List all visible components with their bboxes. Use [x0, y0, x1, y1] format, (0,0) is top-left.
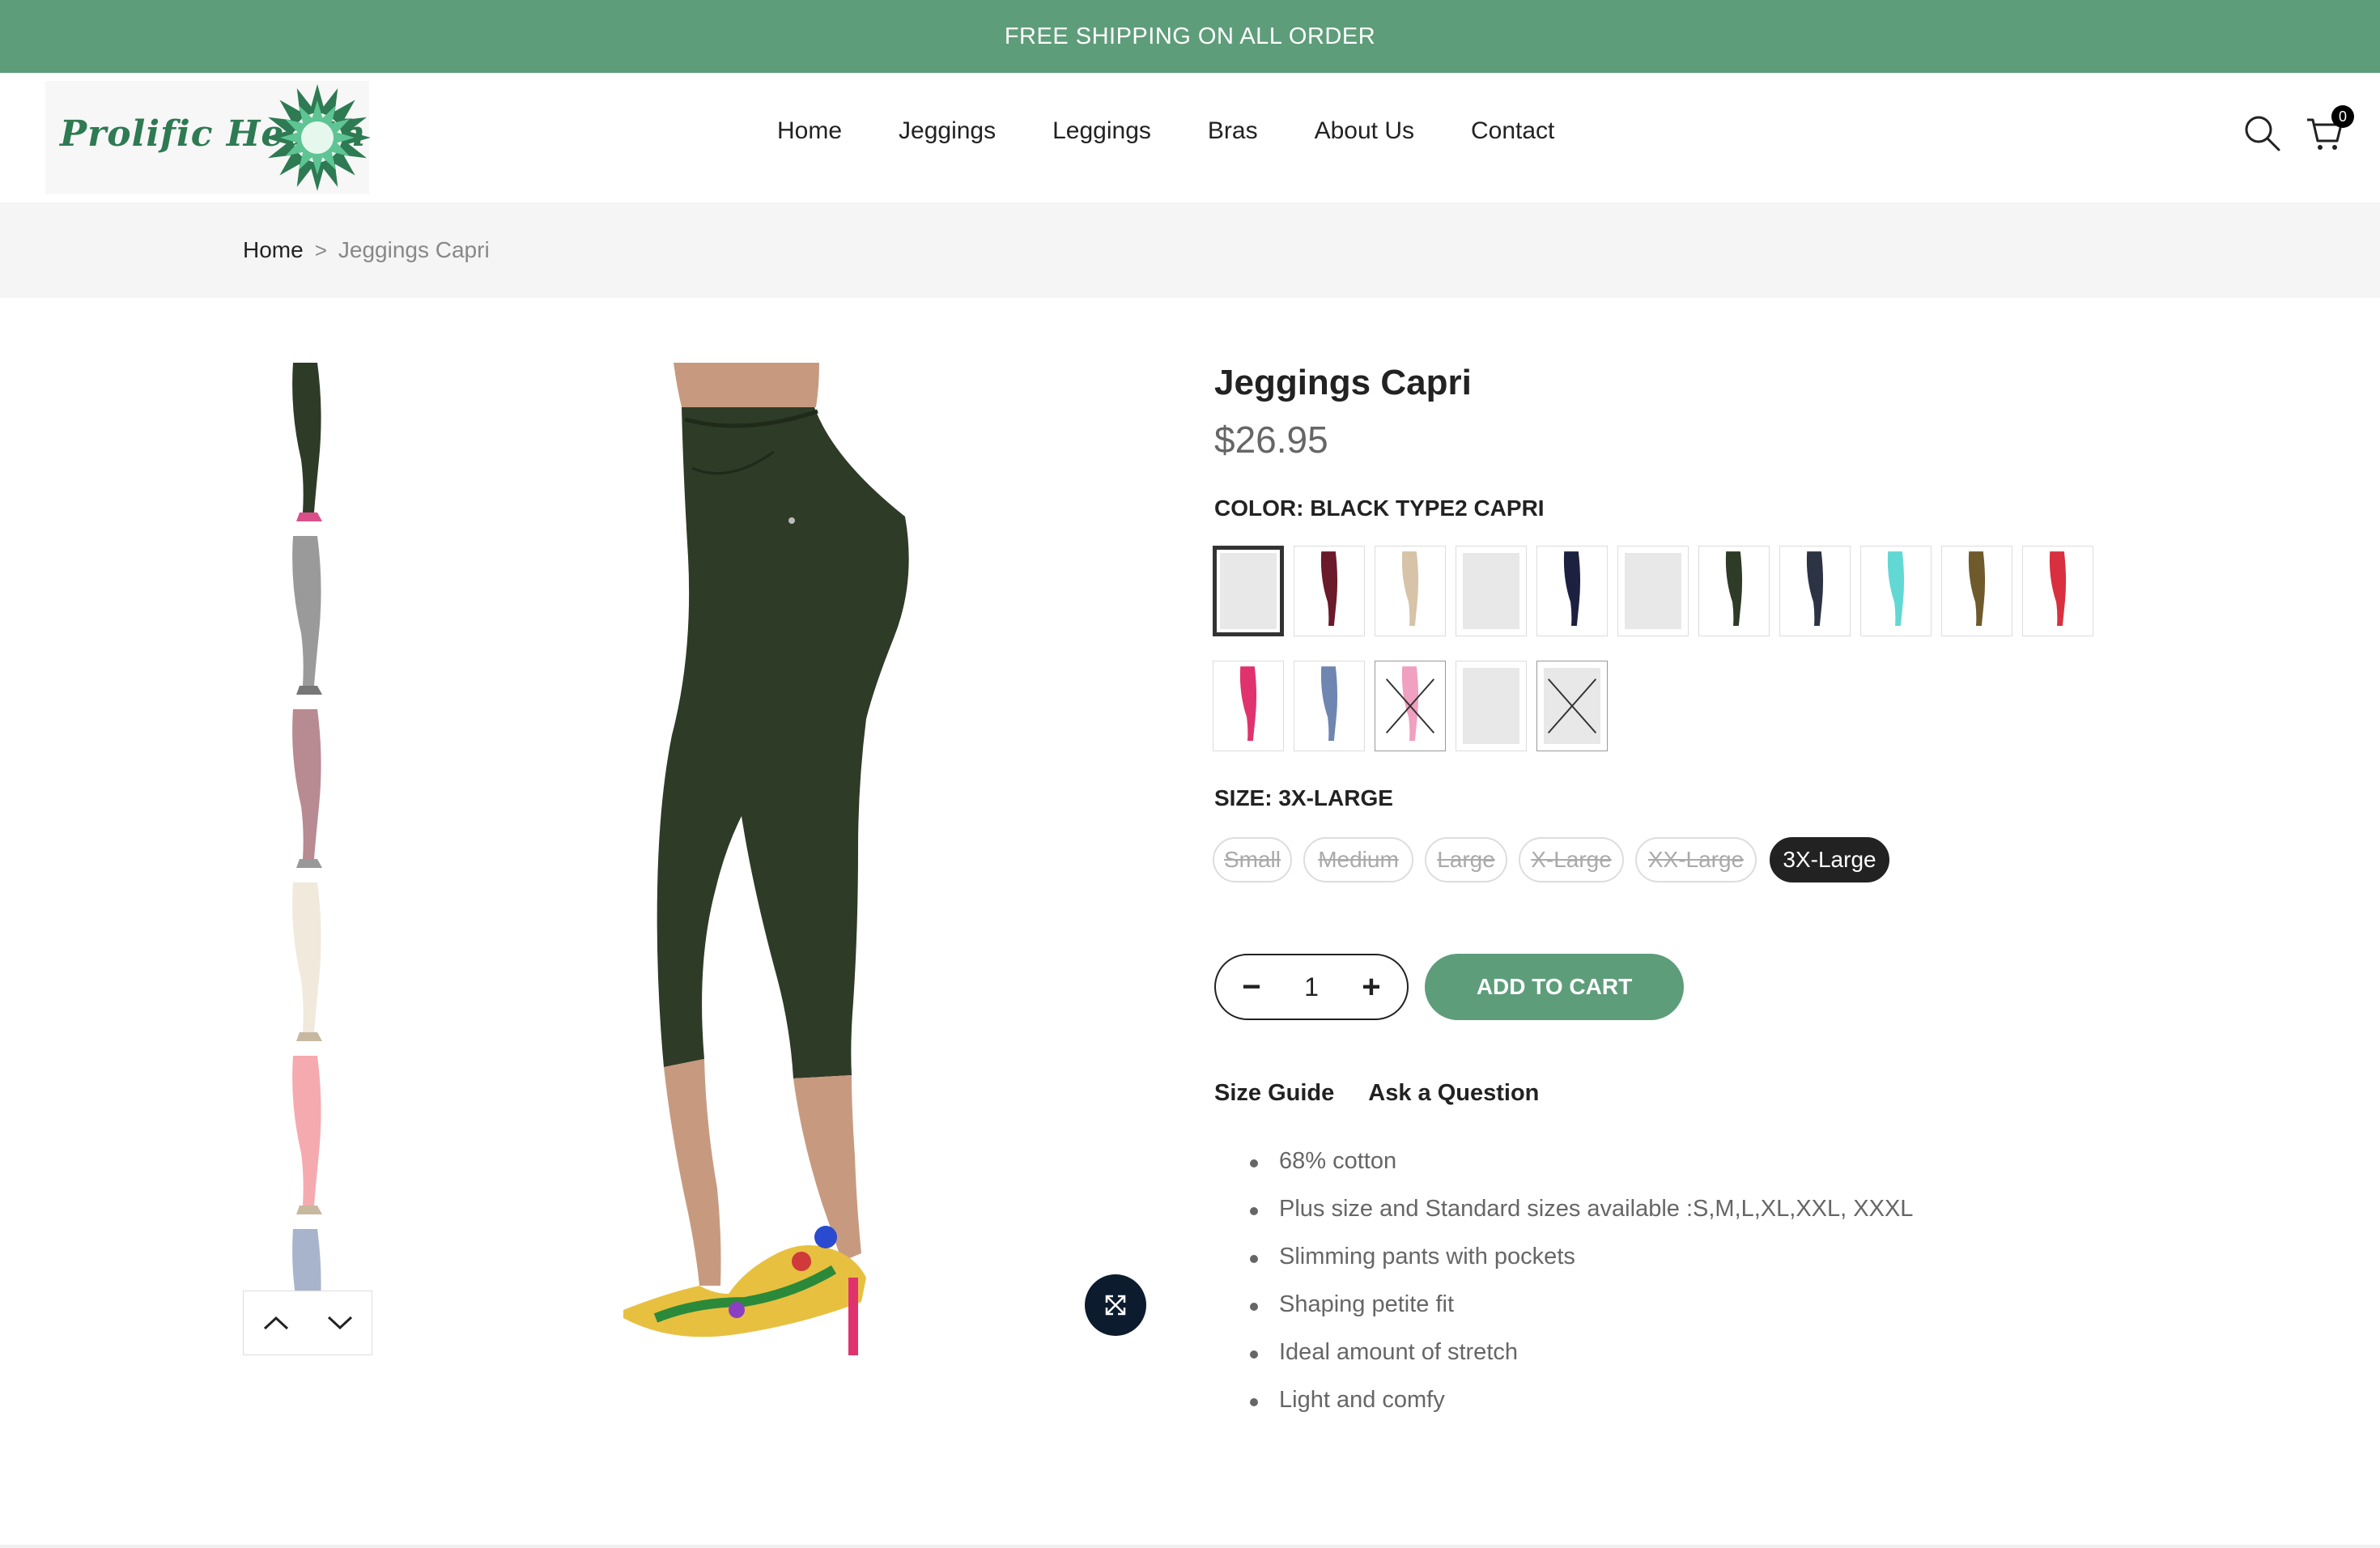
swatch-placeholder [1463, 668, 1519, 744]
color-swatch[interactable] [1294, 546, 1365, 636]
unavailable-cross-icon [1385, 678, 1435, 734]
thumbnail-strip [243, 363, 372, 1355]
announcement-text: FREE SHIPPING ON ALL ORDER [1004, 23, 1376, 49]
flower-logo-icon [264, 84, 371, 191]
color-swatch[interactable] [1213, 661, 1284, 751]
size-medium[interactable]: Medium [1303, 837, 1413, 882]
thumbnail-pink-capri[interactable] [243, 1056, 372, 1218]
size-x-large[interactable]: X-Large [1519, 837, 1624, 882]
cart-count-badge: 0 [2331, 105, 2354, 128]
nav-bras[interactable]: Bras [1208, 117, 1258, 145]
ask-question-link[interactable]: Ask a Question [1368, 1080, 1539, 1107]
swatch-placeholder [1625, 553, 1681, 629]
product-title: Jeggings Capri [1214, 363, 1472, 402]
qty-increase-button[interactable]: + [1355, 969, 1388, 1006]
swatch-legging-image [1320, 551, 1338, 626]
qty-value[interactable]: 1 [1304, 972, 1319, 1002]
color-swatch[interactable] [1860, 546, 1932, 636]
color-swatch[interactable] [1375, 546, 1446, 636]
size-guide-link[interactable]: Size Guide [1214, 1080, 1334, 1107]
thumbnail-nav [243, 1291, 372, 1355]
site-header: Prolific Health Home Jeggings Leggings B… [0, 73, 2380, 202]
thumbnail-next-button[interactable] [308, 1291, 372, 1354]
swatch-legging-image [1887, 551, 1905, 626]
unavailable-cross-icon [1547, 678, 1597, 734]
size-small[interactable]: Small [1213, 837, 1292, 882]
swatch-legging-image [1563, 551, 1581, 626]
color-swatch[interactable] [1941, 546, 2012, 636]
thumbnail-grey-capri[interactable] [243, 536, 372, 698]
thumbnail-prev-button[interactable] [244, 1291, 308, 1354]
breadcrumb: Home > Jeggings Capri [0, 202, 2380, 298]
announcement-bar: FREE SHIPPING ON ALL ORDER [0, 0, 2380, 73]
swatch-placeholder [1220, 553, 1277, 629]
chevron-up-icon [263, 1316, 288, 1330]
color-swatch[interactable] [1456, 661, 1527, 751]
color-swatch[interactable] [1536, 546, 1608, 636]
zoom-button[interactable] [1085, 1274, 1146, 1336]
color-swatch[interactable] [1536, 661, 1608, 751]
swatch-legging-image [1320, 666, 1338, 741]
quantity-stepper: − 1 + [1214, 954, 1409, 1020]
breadcrumb-home[interactable]: Home [243, 237, 304, 263]
swatch-legging-image [1725, 551, 1743, 626]
color-swatch[interactable] [1779, 546, 1851, 636]
feature-item: Ideal amount of stretch [1247, 1339, 1913, 1387]
feature-item: Slimming pants with pockets [1247, 1244, 1913, 1291]
swatch-legging-image [1239, 666, 1257, 741]
feature-item: Shaping petite fit [1247, 1291, 1913, 1339]
size-xx-large[interactable]: XX-Large [1635, 837, 1757, 882]
swatch-placeholder [1463, 553, 1519, 629]
color-label: COLOR: BLACK TYPE2 CAPRI [1214, 495, 1545, 521]
nav-about-us[interactable]: About Us [1315, 117, 1414, 145]
nav-contact[interactable]: Contact [1471, 117, 1554, 145]
swatch-legging-image [1806, 551, 1824, 626]
feature-item: Light and comfy [1247, 1387, 1913, 1435]
color-swatch[interactable] [1375, 661, 1446, 751]
feature-list: 68% cotton Plus size and Standard sizes … [1247, 1148, 1913, 1435]
size-label: SIZE: 3X-LARGE [1214, 785, 1393, 810]
product-price: $26.95 [1214, 419, 1328, 461]
nav-home[interactable]: Home [777, 117, 842, 145]
breadcrumb-separator: > [314, 237, 327, 262]
color-swatch[interactable] [1456, 546, 1527, 636]
size-3x-large[interactable]: 3X-Large [1770, 837, 1889, 882]
color-swatch[interactable] [1617, 546, 1689, 636]
swatch-legging-image [1401, 551, 1419, 626]
color-swatch[interactable] [1698, 546, 1770, 636]
feature-item: 68% cotton [1247, 1148, 1913, 1196]
breadcrumb-current: Jeggings Capri [338, 237, 490, 262]
expand-icon [1105, 1295, 1126, 1316]
qty-decrease-button[interactable]: − [1235, 969, 1268, 1006]
size-large[interactable]: Large [1425, 837, 1507, 882]
thumbnail-mauve-capri[interactable] [243, 709, 372, 871]
nav-leggings[interactable]: Leggings [1052, 117, 1151, 145]
color-swatch[interactable] [2022, 546, 2093, 636]
main-product-image[interactable] [534, 363, 1166, 1355]
nav-jeggings[interactable]: Jeggings [899, 117, 996, 145]
thumbnail-olive-capri[interactable] [243, 363, 372, 525]
chevron-down-icon [327, 1316, 352, 1330]
color-swatch[interactable] [1294, 661, 1365, 751]
brand-logo[interactable]: Prolific Health [45, 81, 371, 194]
feature-item: Plus size and Standard sizes available :… [1247, 1196, 1913, 1244]
thumbnail-cream-capri[interactable] [243, 882, 372, 1044]
footer-divider [0, 1545, 2380, 1548]
swatch-legging-image [1968, 551, 1986, 626]
product-links: Size Guide Ask a Question [1214, 1080, 1539, 1107]
color-swatch[interactable] [1213, 546, 1284, 636]
swatch-legging-image [2049, 551, 2067, 626]
search-icon[interactable] [2242, 113, 2283, 154]
main-nav: Home Jeggings Leggings Bras About Us Con… [777, 117, 1611, 145]
add-to-cart-button[interactable]: ADD TO CART [1425, 954, 1684, 1020]
